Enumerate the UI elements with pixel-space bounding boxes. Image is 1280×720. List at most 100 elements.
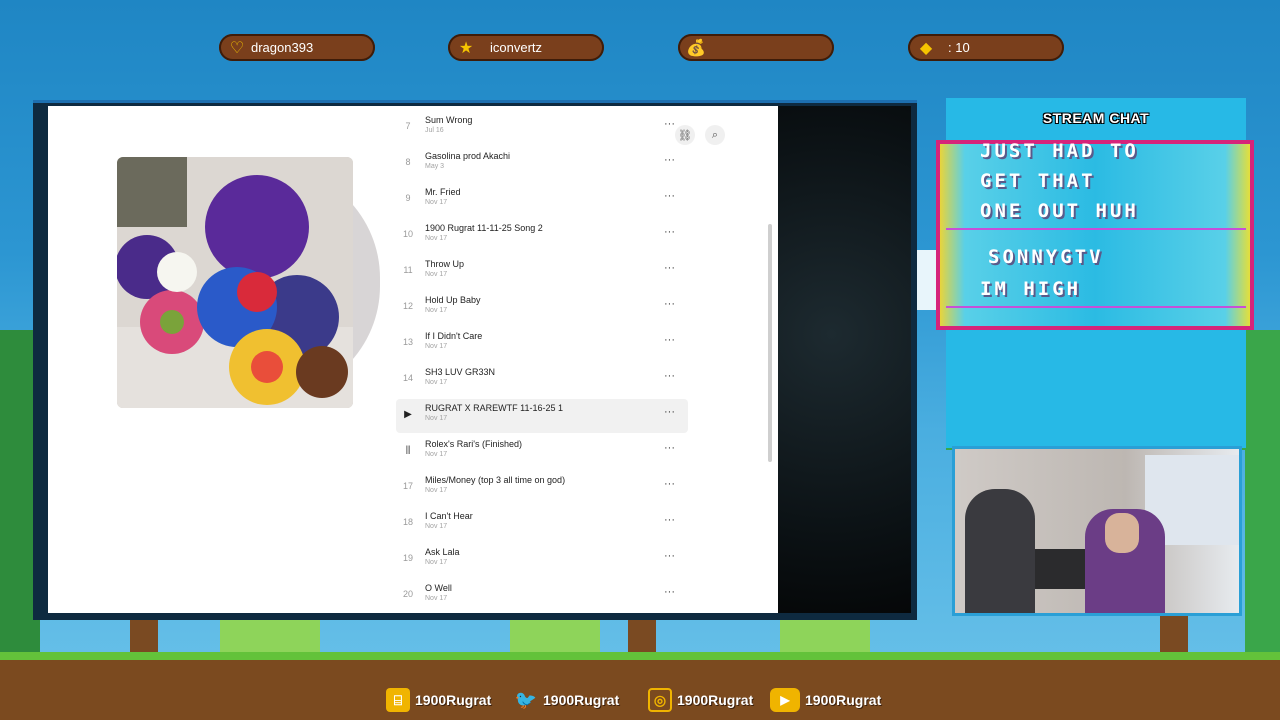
more-options-icon[interactable]: ··· (664, 586, 675, 598)
track-title: RUGRAT X RAREWTF 11-16-25 1 (425, 403, 564, 413)
track-date: Nov 17 (425, 199, 448, 206)
track-title: I Can't Hear (425, 511, 473, 521)
track-number: 8 (405, 157, 411, 167)
track-row[interactable]: 8 Gasolina prod Akachi May 3 ··· (396, 147, 688, 181)
track-row[interactable]: 17 Miles/Money (top 3 all time on god) N… (396, 471, 688, 505)
track-title: Mr. Fried (425, 187, 461, 197)
more-options-icon[interactable]: ··· (664, 550, 675, 562)
more-options-icon[interactable]: ··· (664, 118, 675, 130)
track-date: Nov 17 (425, 271, 448, 278)
more-options-icon[interactable]: ··· (664, 226, 675, 238)
star-icon: ★ (458, 39, 474, 57)
more-options-icon[interactable]: ··· (664, 442, 675, 454)
chat-message-line: ONE OUT HUH (980, 200, 1139, 222)
track-title: Gasolina prod Akachi (425, 151, 511, 161)
track-date: May 3 (425, 163, 445, 170)
gem-icon: ◆ (919, 39, 933, 57)
chat-divider (946, 306, 1246, 308)
track-row[interactable]: 7 Sum Wrong Jul 16 ··· (396, 111, 688, 145)
search-icon[interactable]: ⌕ (705, 125, 725, 145)
track-row[interactable]: 9 Mr. Fried Nov 17 ··· (396, 183, 688, 217)
track-number: 20 (402, 589, 413, 599)
track-row[interactable]: 18 I Can't Hear Nov 17 ··· (396, 507, 688, 541)
bush (510, 614, 600, 656)
track-date: Jul 16 (425, 127, 444, 134)
track-date: Nov 17 (425, 235, 448, 242)
more-options-icon[interactable]: ··· (664, 298, 675, 310)
playing-waveform-icon: ⦀ (405, 445, 411, 457)
heart-icon: ♡ (229, 39, 245, 57)
stat-label: dragon393 (251, 40, 314, 55)
track-number: 13 (402, 337, 413, 347)
chat-message-line: IM HIGH (980, 278, 1082, 300)
webcam-person (965, 489, 1035, 613)
track-date: Nov 17 (425, 523, 448, 530)
track-title: Sum Wrong (425, 115, 473, 125)
track-number: 10 (402, 229, 413, 239)
track-date: Nov 17 (425, 307, 448, 314)
stat-label: : 10 (948, 40, 970, 55)
screen-dark-area (778, 106, 911, 613)
track-title: O Well (425, 583, 452, 593)
track-row-playing[interactable]: ⦀ Rolex's Rari's (Finished) Nov 17 ··· (396, 435, 688, 469)
social-handle: 1900Rugrat (677, 692, 754, 708)
chat-divider (946, 228, 1246, 230)
social-youtube: ▶ 1900Rugrat (770, 687, 881, 713)
track-title: Miles/Money (top 3 all time on god) (425, 475, 566, 485)
track-number: 11 (403, 265, 413, 275)
stat-bar-subscriber: ★ iconvertz (448, 34, 604, 61)
track-row[interactable]: 12 Hold Up Baby Nov 17 ··· (396, 291, 688, 325)
chat-title: STREAM CHAT (1042, 110, 1150, 126)
track-title: Hold Up Baby (425, 295, 481, 305)
track-row[interactable]: 19 Ask Lala Nov 17 ··· (396, 543, 688, 577)
social-instagram: ◎ 1900Rugrat (648, 687, 753, 713)
social-twitter: 🐦 1900Rugrat (514, 687, 619, 713)
webcam-feed (952, 446, 1242, 616)
stat-bar-follower: ♡ dragon393 (219, 34, 375, 61)
money-bag-icon: 💰 (686, 39, 706, 57)
webcam-face (1105, 513, 1139, 553)
hill (1245, 330, 1280, 660)
track-row[interactable]: 13 If I Didn't Care Nov 17 ··· (396, 327, 688, 361)
instagram-icon: ◎ (648, 688, 672, 712)
track-number: 7 (405, 121, 411, 131)
track-date: Nov 17 (425, 487, 448, 494)
track-title: Throw Up (425, 259, 465, 269)
track-date: Nov 17 (425, 559, 448, 566)
album-cover[interactable] (117, 157, 353, 408)
social-handle: 1900Rugrat (543, 692, 620, 708)
more-options-icon[interactable]: ··· (664, 478, 675, 490)
more-options-icon[interactable]: ··· (664, 190, 675, 202)
track-number: 12 (402, 301, 413, 311)
track-row-hovered[interactable]: ▶ RUGRAT X RAREWTF 11-16-25 1 Nov 17 ··· (396, 399, 688, 433)
more-options-icon[interactable]: ··· (664, 262, 675, 274)
more-options-icon[interactable]: ··· (664, 370, 675, 382)
twitch-icon: ⌸ (386, 688, 410, 712)
track-row[interactable]: 14 SH3 LUV GR33N Nov 17 ··· (396, 363, 688, 397)
more-options-icon[interactable]: ··· (664, 406, 675, 418)
track-date: Nov 17 (425, 451, 448, 458)
more-options-icon[interactable]: ··· (664, 514, 675, 526)
track-date: Nov 17 (425, 595, 448, 602)
scrollbar[interactable] (768, 224, 772, 462)
twitter-icon: 🐦 (514, 689, 538, 710)
play-icon[interactable]: ▶ (396, 409, 420, 420)
youtube-icon: ▶ (770, 688, 800, 712)
track-title: Rolex's Rari's (Finished) (425, 439, 522, 449)
more-options-icon[interactable]: ··· (664, 154, 675, 166)
stat-bar-bits: ◆ : 10 (908, 34, 1064, 61)
track-number: 14 (402, 373, 413, 383)
track-row[interactable]: 20 O Well Nov 17 ··· (396, 579, 688, 613)
more-options-icon[interactable]: ··· (664, 334, 675, 346)
track-row[interactable]: 10 1900 Rugrat 11-11-25 Song 2 Nov 17 ··… (396, 219, 688, 253)
track-date: Nov 17 (425, 379, 448, 386)
track-title: SH3 LUV GR33N (425, 367, 496, 377)
track-row[interactable]: 11 Throw Up Nov 17 ··· (396, 255, 688, 289)
track-number: 18 (402, 517, 413, 527)
track-number: 19 (402, 553, 413, 563)
track-date: Nov 17 (425, 343, 448, 350)
social-twitch: ⌸ 1900Rugrat (386, 687, 491, 713)
chat-messages-box (936, 140, 1254, 330)
music-player-page: ⛓ ⌕ 7 Sum Wrong Jul 16 ··· 8 Gasolina pr… (48, 106, 778, 613)
chat-message-line: GET THAT (980, 170, 1096, 192)
